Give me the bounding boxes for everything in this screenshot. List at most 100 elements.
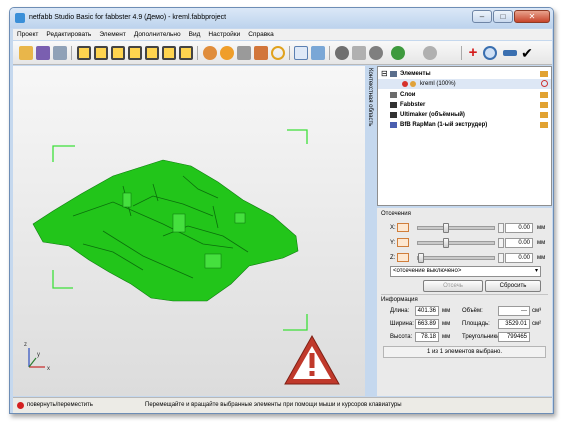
print-icon[interactable] [53, 46, 67, 60]
axis-icon[interactable] [311, 46, 325, 60]
folder-icon [540, 112, 548, 118]
app-icon [15, 13, 25, 23]
cut-x-unit: мм [537, 225, 546, 231]
view-right-icon[interactable] [128, 46, 142, 60]
measure-icon[interactable] [335, 46, 349, 60]
menu-bar: Проект Редактировать Элемент Дополнительно В… [13, 29, 552, 40]
layers-icon[interactable] [254, 46, 268, 60]
width-value: 663.89 [415, 319, 439, 329]
add-part-icon[interactable] [36, 46, 50, 60]
cut-mode-select[interactable]: <отсечение выключено> ▾ [390, 266, 541, 277]
tree-item-layers[interactable]: Слои [378, 90, 551, 100]
cut-y-value[interactable]: 0.00 [505, 238, 533, 248]
printer-icon [390, 102, 397, 108]
cut-x-spinner[interactable] [498, 223, 504, 233]
cut-z-unit: мм [537, 255, 546, 261]
3d-model [32, 159, 299, 302]
close-button[interactable]: ✕ [514, 10, 550, 23]
cut-x-label: X: [390, 225, 396, 231]
cut-x-value[interactable]: 0.00 [505, 223, 533, 233]
length-value: 401.36 [415, 306, 439, 316]
maximize-button[interactable]: □ [493, 10, 513, 23]
tree-item-label: kreml (100%) [420, 81, 456, 87]
cut-x-color[interactable] [397, 223, 409, 232]
collapse-icon[interactable]: ⊟ [381, 69, 388, 79]
tree-root-label: Элементы [400, 71, 431, 77]
open-project-icon[interactable] [19, 46, 33, 60]
remove-icon[interactable] [503, 50, 517, 56]
layers-icon [390, 92, 397, 98]
title-bar: netfabb Studio Basic for fabbster 4.9 (Д… [10, 8, 553, 28]
shading-icon[interactable] [203, 46, 217, 60]
cut-z-color[interactable] [397, 253, 409, 262]
height-label: Высота: [390, 334, 413, 340]
menu-help[interactable]: Справка [244, 29, 278, 40]
tree-item-ultimaker[interactable]: Ultimaker (объёмный) [378, 110, 551, 120]
cut-z-value[interactable]: 0.00 [505, 253, 533, 263]
cut-z-slider[interactable] [417, 253, 495, 263]
cut-mode-value: <отсечение выключено> [393, 268, 462, 274]
pointer-icon[interactable] [294, 46, 308, 60]
area-value: 3529.01 [498, 319, 530, 329]
reset-button[interactable]: Сбросить [485, 280, 541, 292]
add-icon[interactable]: + [466, 45, 480, 60]
view-top-icon[interactable] [145, 46, 159, 60]
view-back-icon[interactable] [94, 46, 108, 60]
width-unit: мм [442, 321, 451, 327]
texture-icon[interactable] [220, 46, 234, 60]
tree-item-kreml[interactable]: kreml (100%) [378, 79, 551, 89]
elements-icon [390, 71, 397, 77]
element-tree: ⊟ Элементы kreml (100%) Слои Fabbster Ul… [377, 66, 552, 206]
tree-root[interactable]: ⊟ Элементы [378, 69, 551, 79]
chevron-down-icon: ▾ [534, 268, 538, 274]
volume-unit: см³ [532, 308, 542, 314]
scale-icon[interactable] [369, 46, 383, 60]
cut-y-color[interactable] [397, 238, 409, 247]
view-iso-icon[interactable] [179, 46, 193, 60]
menu-view[interactable]: Вид [185, 29, 205, 40]
length-unit: мм [442, 308, 451, 314]
tree-item-label: Слои [400, 92, 416, 98]
context-area-label: Контекстная область [367, 68, 373, 127]
tree-item-rapman[interactable]: BfB RapMan (1-ый экструдер) [378, 120, 551, 130]
tree-item-fabbster[interactable]: Fabbster [378, 100, 551, 110]
view-left-icon[interactable] [111, 46, 125, 60]
cut-x-slider[interactable] [417, 223, 495, 233]
cut-x-thumb[interactable] [443, 223, 449, 233]
area-label: Площадь: [462, 321, 490, 327]
cut-z-label: Z: [390, 255, 396, 261]
info-title: Информация [381, 297, 418, 303]
cut-z-thumb[interactable] [418, 253, 424, 263]
remove-part-icon[interactable] [541, 80, 548, 87]
view-bottom-icon[interactable] [162, 46, 176, 60]
minimize-button[interactable]: – [472, 10, 492, 23]
zoom-icon[interactable] [271, 46, 285, 60]
analysis-icon[interactable] [483, 46, 497, 60]
3d-viewport[interactable]: z x y [13, 66, 365, 396]
view-front-icon[interactable] [77, 46, 91, 60]
settings-icon[interactable] [423, 46, 437, 60]
menu-extras[interactable]: Дополнительно [130, 29, 185, 40]
status-icon [410, 81, 416, 87]
folder-icon [540, 122, 548, 128]
context-area-tab[interactable]: Контекстная область [366, 66, 376, 146]
rotate-icon[interactable] [352, 46, 366, 60]
cut-y-spinner[interactable] [498, 238, 504, 248]
printer-icon [390, 122, 397, 128]
menu-edit[interactable]: Редактировать [42, 29, 95, 40]
cut-button[interactable]: Отсечь [423, 280, 483, 292]
height-unit: мм [442, 334, 451, 340]
cut-y-thumb[interactable] [443, 238, 449, 248]
apply-icon[interactable]: ✔ [520, 46, 534, 60]
window-title: netfabb Studio Basic for fabbster 4.9 (Д… [29, 14, 227, 21]
menu-settings[interactable]: Настройки [204, 29, 244, 40]
width-label: Ширина: [390, 321, 414, 327]
cut-y-slider[interactable] [417, 238, 495, 248]
height-value: 78.18 [415, 332, 439, 342]
repair-icon[interactable] [391, 46, 405, 60]
model-scene: z x y [24, 129, 340, 385]
cut-z-spinner[interactable] [498, 253, 504, 263]
menu-project[interactable]: Проект [13, 29, 42, 40]
menu-element[interactable]: Элемент [95, 29, 130, 40]
wireframe-icon[interactable] [237, 46, 251, 60]
